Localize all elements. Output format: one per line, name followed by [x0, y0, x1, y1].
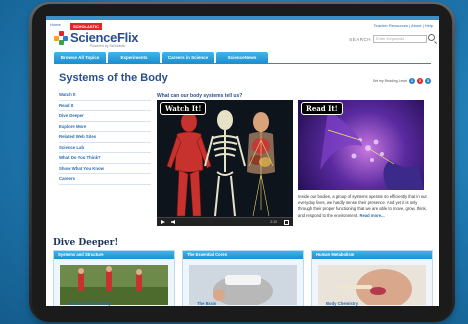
video-time: 2:10: [270, 220, 277, 224]
card-human-metabolism[interactable]: Human Metabolism Body Chemistry: [311, 250, 433, 306]
body-systems-illustration: [157, 100, 293, 218]
card-the-essential-cores[interactable]: The Essential Cores The Brain: [182, 250, 304, 306]
read-more-link[interactable]: Read more...: [359, 213, 384, 218]
read-it-badge: Read It!: [301, 102, 343, 115]
dive-deeper-cards: Systems and Structure Structure of the B…: [53, 250, 433, 306]
play-icon[interactable]: [161, 220, 165, 224]
sidebar-item-watch-it[interactable]: Watch It: [59, 90, 151, 101]
dive-deeper-heading: Dive Deeper!: [53, 238, 119, 248]
top-links[interactable]: Teacher Resources | About | Help: [374, 23, 433, 28]
tab-sciencenews[interactable]: ScienceNews: [216, 52, 268, 63]
logo-tagline: Powered by Scholastic: [90, 44, 126, 48]
sidebar-item-show-what-you-know[interactable]: Show What You Know: [59, 164, 151, 174]
nav-divider: [54, 63, 431, 64]
tab-experiments[interactable]: Experiments: [108, 52, 160, 63]
site-header: Home SCHOLASTIC ScienceFlix Powered by S…: [46, 20, 439, 54]
card-caption[interactable]: The Brain: [197, 301, 216, 306]
reading-level: Set my Reading Level 1 2 3: [373, 78, 431, 84]
card-title: Systems and Structure: [54, 251, 174, 259]
tablet-screen: Home SCHOLASTIC ScienceFlix Powered by S…: [46, 16, 439, 306]
video-player[interactable]: Watch It! 2:10: [157, 100, 293, 226]
card-title: The Essential Cores: [183, 251, 303, 259]
fullscreen-icon[interactable]: [284, 220, 289, 225]
search-label: SEARCH: [349, 37, 371, 42]
search-icon[interactable]: [428, 34, 435, 41]
reading-level-3-button[interactable]: 3: [425, 78, 431, 84]
tab-browse-all-topics[interactable]: Browse All Topics: [54, 52, 106, 63]
card-caption[interactable]: Body Chemistry: [326, 301, 358, 306]
sidebar-item-what-do-you-think[interactable]: What Do You Think?: [59, 153, 151, 164]
card-systems-and-structure[interactable]: Systems and Structure Structure of the B…: [53, 250, 175, 306]
scienceflix-logo[interactable]: ScienceFlix: [54, 30, 139, 45]
scholastic-badge[interactable]: SCHOLASTIC: [70, 23, 102, 30]
sidebar-item-read-it[interactable]: Read It: [59, 101, 151, 111]
card-image: [60, 265, 168, 305]
card-caption[interactable]: Structure of the Body: [68, 301, 111, 306]
watch-it-badge: Watch It!: [160, 102, 207, 115]
sidebar-item-explore-more[interactable]: Explore More: [59, 122, 151, 132]
main-nav: Browse All Topics Experiments Careers in…: [54, 52, 268, 63]
reading-level-label: Set my Reading Level: [372, 79, 407, 83]
home-link[interactable]: Home: [50, 22, 61, 27]
logo-text: ScienceFlix: [70, 30, 139, 45]
reading-level-2-button[interactable]: 2: [417, 78, 423, 84]
sidebar-item-careers[interactable]: Careers: [59, 174, 151, 185]
search-input[interactable]: Enter Keywords: [373, 35, 427, 43]
read-it-image[interactable]: Read It!: [298, 100, 424, 190]
video-controls: 2:10: [157, 217, 293, 226]
sidebar-item-related-web-sites[interactable]: Related Web Sites: [59, 132, 151, 143]
sidebar-nav: Watch It Read It Dive Deeper Explore Mor…: [59, 90, 151, 185]
reading-level-1-button[interactable]: 1: [409, 78, 415, 84]
card-title: Human Metabolism: [312, 251, 432, 259]
logo-mark-icon: [54, 30, 68, 45]
read-it-paragraph: Inside our bodies, a group of systems op…: [298, 194, 430, 219]
sidebar-item-dive-deeper[interactable]: Dive Deeper: [59, 111, 151, 122]
volume-icon[interactable]: [171, 220, 175, 224]
tab-careers-in-science[interactable]: Careers in Science: [162, 52, 214, 63]
section-question: What can our body systems tell us?: [157, 93, 243, 99]
card-image: [189, 265, 297, 305]
sidebar-item-science-lab[interactable]: Science Lab: [59, 143, 151, 153]
page-title: Systems of the Body: [59, 72, 168, 84]
card-image: [318, 265, 426, 305]
